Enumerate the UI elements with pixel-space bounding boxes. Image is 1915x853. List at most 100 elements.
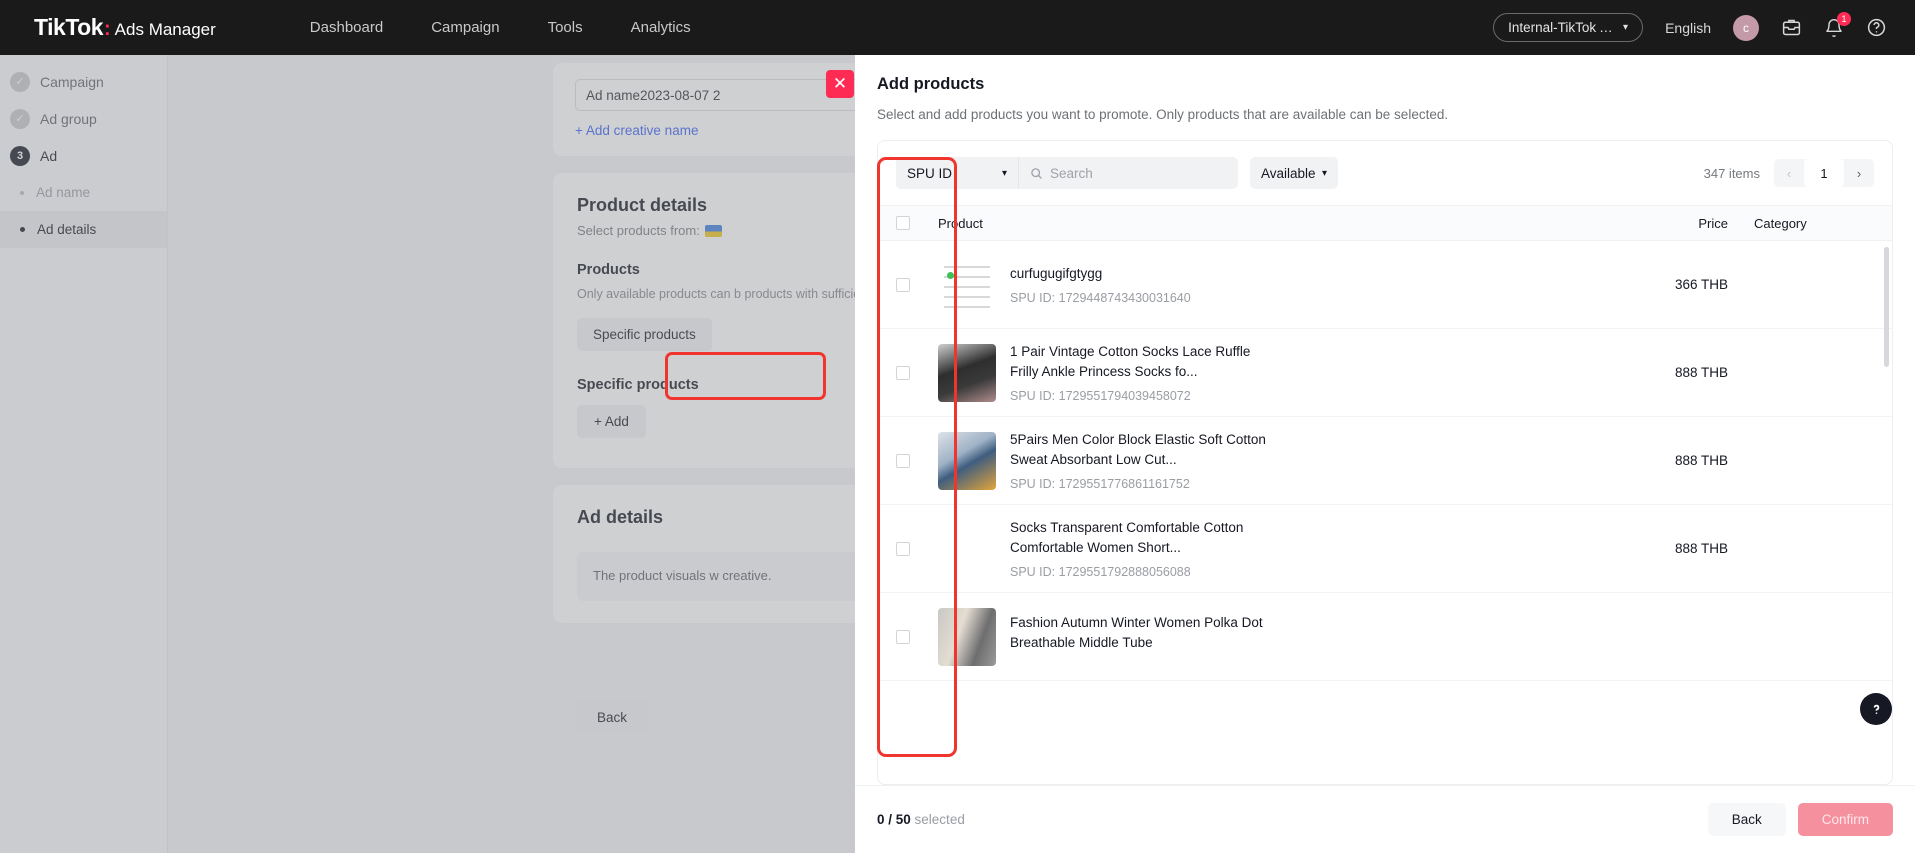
nav-right-cluster: Internal-TikTok Ads Int... ▾ English c 1 bbox=[1493, 11, 1887, 42]
availability-select-label: Available bbox=[1261, 165, 1316, 181]
nav-link-analytics[interactable]: Analytics bbox=[631, 19, 691, 36]
product-price: 888 THB bbox=[1674, 541, 1728, 556]
column-header-price: Price bbox=[1698, 215, 1728, 231]
product-price: 888 THB bbox=[1674, 453, 1728, 468]
primary-nav: Dashboard Campaign Tools Analytics bbox=[310, 19, 691, 36]
help-question-icon[interactable] bbox=[1866, 17, 1887, 38]
product-spu-id: SPU ID: 1729551776861161752 bbox=[1010, 477, 1190, 492]
table-row[interactable]: curfugugifgtygg SPU ID: 1729448743430031… bbox=[878, 241, 1892, 329]
modal-back-button[interactable]: Back bbox=[1707, 803, 1786, 836]
product-text: 1 Pair Vintage Cotton Socks Lace Ruffle … bbox=[1010, 342, 1270, 403]
spu-id-select[interactable]: SPU ID ▾ bbox=[896, 157, 1018, 189]
product-spu-id: SPU ID: 1729448743430031640 bbox=[1010, 291, 1191, 306]
pagination: ‹ 1 › bbox=[1774, 159, 1874, 187]
modal-confirm-button[interactable]: Confirm bbox=[1797, 803, 1893, 836]
row-select-cell bbox=[896, 629, 938, 644]
nav-link-dashboard[interactable]: Dashboard bbox=[310, 19, 383, 36]
chevron-down-icon: ▾ bbox=[1321, 167, 1327, 179]
product-thumbnail bbox=[938, 520, 996, 578]
column-header-category: Category bbox=[1754, 215, 1807, 231]
language-selector[interactable]: English bbox=[1665, 20, 1711, 36]
product-price: 888 THB bbox=[1674, 365, 1728, 380]
product-thumbnail bbox=[938, 607, 996, 666]
select-all-checkbox[interactable] bbox=[896, 216, 910, 230]
brand-logo[interactable]: TikTok : Ads Manager bbox=[34, 14, 216, 41]
product-name: Fashion Autumn Winter Women Polka Dot Br… bbox=[1010, 614, 1263, 650]
help-question-icon bbox=[1873, 704, 1879, 714]
spu-id-select-label: SPU ID bbox=[907, 165, 953, 181]
search-icon bbox=[1031, 167, 1042, 179]
row-select-cell bbox=[896, 277, 938, 292]
scrollbar-thumb[interactable] bbox=[1884, 247, 1889, 367]
product-thumbnail bbox=[938, 431, 996, 490]
product-thumbnail bbox=[938, 343, 996, 402]
notifications-bell-icon[interactable]: 1 bbox=[1824, 11, 1851, 38]
product-price: 366 THB bbox=[1674, 277, 1728, 292]
pagination-current-page[interactable]: 1 bbox=[1804, 159, 1844, 187]
product-name: 1 Pair Vintage Cotton Socks Lace Ruffle … bbox=[1010, 343, 1251, 379]
pagination-next-button[interactable]: › bbox=[1844, 159, 1874, 187]
chevron-down-icon: ▾ bbox=[1001, 167, 1007, 179]
selection-count-suffix: selected bbox=[914, 812, 965, 827]
items-count-label: 347 items bbox=[1703, 165, 1760, 181]
account-name: Internal-TikTok Ads Int... bbox=[1508, 20, 1616, 35]
product-name: curfugugifgtygg bbox=[1010, 265, 1103, 281]
account-switcher[interactable]: Internal-TikTok Ads Int... ▾ bbox=[1493, 13, 1644, 42]
modal-footer-buttons: Back Confirm bbox=[1707, 803, 1893, 836]
modal-header: Add products Select and add products you… bbox=[855, 55, 1915, 122]
product-spu-id: SPU ID: 1729551794039458072 bbox=[1010, 389, 1191, 404]
notification-badge: 1 bbox=[1837, 11, 1851, 26]
avatar[interactable]: c bbox=[1733, 14, 1759, 41]
nav-link-campaign[interactable]: Campaign bbox=[431, 19, 499, 36]
product-text: Fashion Autumn Winter Women Polka Dot Br… bbox=[1010, 613, 1270, 660]
pagination-prev-button[interactable]: ‹ bbox=[1774, 159, 1804, 187]
chevron-down-icon: ▾ bbox=[1623, 22, 1629, 33]
search-input[interactable] bbox=[1050, 165, 1220, 181]
table-row[interactable]: 5Pairs Men Color Block Elastic Soft Cott… bbox=[878, 417, 1892, 505]
product-cell: 5Pairs Men Color Block Elastic Soft Cott… bbox=[938, 430, 1634, 491]
brand-dots: : bbox=[104, 18, 111, 40]
products-panel: SPU ID ▾ Available ▾ 347 items bbox=[877, 140, 1893, 785]
product-text: 5Pairs Men Color Block Elastic Soft Cott… bbox=[1010, 430, 1270, 491]
product-text: curfugugifgtygg SPU ID: 1729448743430031… bbox=[1010, 264, 1191, 306]
modal-footer: 0 / 50 selected Back Confirm bbox=[855, 785, 1915, 853]
row-checkbox[interactable] bbox=[896, 453, 910, 468]
availability-select[interactable]: Available ▾ bbox=[1250, 157, 1338, 189]
brand-subtitle: Ads Manager bbox=[114, 20, 216, 39]
product-cell: 1 Pair Vintage Cotton Socks Lace Ruffle … bbox=[938, 342, 1634, 403]
table-row[interactable]: Fashion Autumn Winter Women Polka Dot Br… bbox=[878, 593, 1892, 681]
table-header: Product Price Category bbox=[878, 205, 1892, 241]
product-cell: curfugugifgtygg SPU ID: 1729448743430031… bbox=[938, 255, 1634, 314]
search-group: SPU ID ▾ bbox=[896, 157, 1238, 189]
selection-count-value: 0 / 50 bbox=[877, 812, 911, 827]
close-icon[interactable]: ✕ bbox=[826, 70, 854, 98]
row-checkbox[interactable] bbox=[896, 541, 910, 556]
product-name: Socks Transparent Comfortable Cotton Com… bbox=[1010, 519, 1244, 555]
row-select-cell bbox=[896, 453, 938, 468]
select-all-cell bbox=[896, 216, 938, 230]
product-name: 5Pairs Men Color Block Elastic Soft Cott… bbox=[1010, 431, 1266, 467]
selection-counter: 0 / 50 selected bbox=[877, 812, 965, 827]
product-cell: Socks Transparent Comfortable Cotton Com… bbox=[938, 518, 1634, 579]
brand-name: TikTok bbox=[34, 14, 104, 40]
toolbar-right: 347 items ‹ 1 › bbox=[1704, 159, 1874, 187]
modal-title: Add products bbox=[877, 75, 985, 93]
table-row[interactable]: 1 Pair Vintage Cotton Socks Lace Ruffle … bbox=[878, 329, 1892, 417]
help-floating-button[interactable] bbox=[1860, 693, 1892, 725]
add-products-modal: Add products Select and add products you… bbox=[855, 55, 1915, 853]
table-row[interactable]: Socks Transparent Comfortable Cotton Com… bbox=[878, 505, 1892, 593]
modal-description: Select and add products you want to prom… bbox=[877, 107, 1449, 122]
nav-link-tools[interactable]: Tools bbox=[548, 19, 583, 36]
products-table-body[interactable]: curfugugifgtygg SPU ID: 1729448743430031… bbox=[878, 241, 1892, 784]
row-checkbox[interactable] bbox=[896, 629, 910, 644]
row-select-cell bbox=[896, 365, 938, 380]
product-thumbnail bbox=[938, 255, 996, 314]
row-select-cell bbox=[896, 541, 938, 556]
row-checkbox[interactable] bbox=[896, 277, 910, 292]
row-checkbox[interactable] bbox=[896, 365, 910, 380]
product-spu-id: SPU ID: 1729551792888056088 bbox=[1010, 565, 1191, 580]
inbox-icon[interactable] bbox=[1781, 17, 1802, 38]
product-cell: Fashion Autumn Winter Women Polka Dot Br… bbox=[938, 607, 1634, 666]
product-text: Socks Transparent Comfortable Cotton Com… bbox=[1010, 518, 1270, 579]
search-input-wrapper[interactable] bbox=[1018, 157, 1238, 189]
